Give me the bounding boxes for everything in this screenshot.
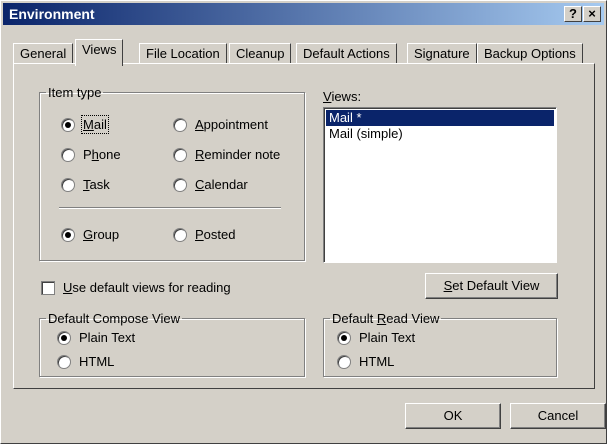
radio-mail-label: Mail <box>81 115 109 134</box>
item-type-legend: Item type <box>48 85 102 100</box>
read-radio-plain-text[interactable]: Plain Text <box>337 330 415 345</box>
radio-task[interactable]: Task <box>61 177 110 192</box>
tab-cleanup[interactable]: Cleanup <box>229 43 292 64</box>
read-radio-plain-text-indicator[interactable] <box>337 330 351 345</box>
radio-appointment-label: Appointment <box>195 117 268 132</box>
views-list-item-mail[interactable]: Mail * <box>326 110 554 126</box>
radio-phone[interactable]: Phone <box>61 147 121 162</box>
read-html-label: HTML <box>359 354 395 369</box>
radio-reminder-note-label: Reminder note <box>195 147 281 162</box>
radio-phone-indicator[interactable] <box>61 147 75 162</box>
views-listbox[interactable]: Mail * Mail (simple) <box>323 107 557 263</box>
compose-radio-plain-text-indicator[interactable] <box>57 330 71 345</box>
window-title: Environment <box>9 6 95 22</box>
set-default-view-button[interactable]: Set Default View <box>425 273 558 299</box>
compose-plain-text-label: Plain Text <box>79 330 136 345</box>
radio-group[interactable]: Group <box>61 227 119 242</box>
read-plain-text-label: Plain Text <box>359 330 416 345</box>
radio-mail-indicator[interactable] <box>61 117 75 132</box>
radio-group-label: Group <box>83 227 120 242</box>
radio-calendar[interactable]: Calendar <box>173 177 248 192</box>
tab-signature[interactable]: Signature <box>407 43 477 64</box>
ok-button[interactable]: OK <box>405 403 501 429</box>
radio-task-indicator[interactable] <box>61 177 75 192</box>
radio-calendar-label: Calendar <box>195 177 248 192</box>
radio-posted-label: Posted <box>195 227 236 242</box>
cancel-button[interactable]: Cancel <box>510 403 606 429</box>
radio-reminder-note[interactable]: Reminder note <box>173 147 280 162</box>
radio-appointment-indicator[interactable] <box>173 117 187 132</box>
radio-mail[interactable]: Mail <box>61 115 109 134</box>
compose-html-label: HTML <box>79 354 115 369</box>
radio-phone-label: Phone <box>83 147 121 162</box>
views-list-item-mail-simple[interactable]: Mail (simple) <box>326 126 554 142</box>
read-view-legend: Default Read View <box>332 311 440 326</box>
read-radio-html[interactable]: HTML <box>337 354 394 369</box>
tab-views[interactable]: Views <box>75 39 124 66</box>
compose-radio-html-indicator[interactable] <box>57 354 71 369</box>
radio-posted-indicator[interactable] <box>173 227 187 242</box>
read-radio-html-indicator[interactable] <box>337 354 351 369</box>
tab-file-location[interactable]: File Location <box>139 43 227 64</box>
help-button[interactable]: ? <box>564 6 582 22</box>
radio-reminder-note-indicator[interactable] <box>173 147 187 162</box>
title-bar[interactable]: Environment ? × <box>3 3 604 25</box>
radio-task-label: Task <box>83 177 110 192</box>
compose-radio-html[interactable]: HTML <box>57 354 114 369</box>
views-label: Views: <box>323 89 362 104</box>
compose-radio-plain-text[interactable]: Plain Text <box>57 330 135 345</box>
tab-default-actions[interactable]: Default Actions <box>296 43 397 64</box>
compose-view-legend: Default Compose View <box>48 311 180 326</box>
tab-backup-options[interactable]: Backup Options <box>477 43 583 64</box>
use-default-views-checkbox[interactable]: Use default views for reading <box>41 280 231 295</box>
radio-calendar-indicator[interactable] <box>173 177 187 192</box>
use-default-views-box[interactable] <box>41 280 55 295</box>
radio-appointment[interactable]: Appointment <box>173 117 268 132</box>
environment-dialog: Environment ? × General Views File Locat… <box>0 0 607 444</box>
radio-posted[interactable]: Posted <box>173 227 235 242</box>
use-default-views-label: Use default views for reading <box>63 280 231 295</box>
radio-group-indicator[interactable] <box>61 227 75 242</box>
close-icon[interactable]: × <box>583 6 601 22</box>
item-type-separator <box>59 207 281 209</box>
tab-general[interactable]: General <box>13 43 74 64</box>
